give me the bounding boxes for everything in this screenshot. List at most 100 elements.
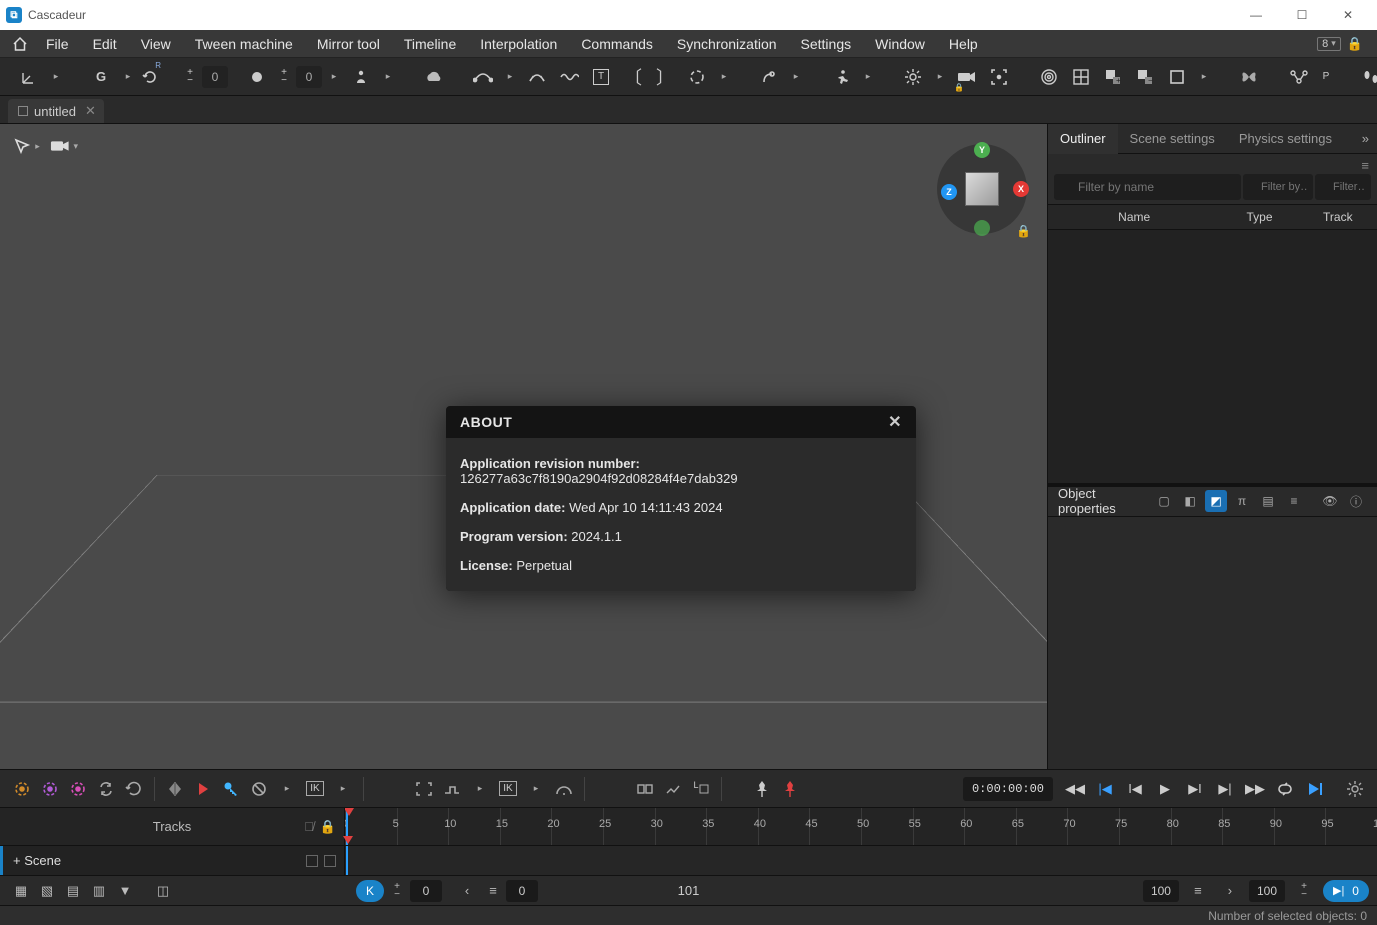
menu-edit[interactable]: Edit [81,30,129,58]
pin-red-icon[interactable] [776,775,804,803]
viewport[interactable]: ▸ ▾ Y X Z 🔒 ABOUT ✕ Application revision… [0,124,1047,769]
snap-1-icon[interactable] [631,775,659,803]
gizmo-y-axis[interactable]: Y [974,142,990,158]
bb-left-icon[interactable]: ‹ [454,880,480,902]
playhead[interactable] [346,846,348,875]
op-icon-5[interactable]: ▤ [1257,490,1279,512]
op-icon-2[interactable]: ◧ [1179,490,1201,512]
cycle-icon[interactable] [682,62,712,92]
menu-mirror-tool[interactable]: Mirror tool [305,30,392,58]
range-right-icon[interactable]: › [1217,880,1243,902]
record-icon[interactable] [189,775,217,803]
range-stepper-icon[interactable]: +− [1291,880,1317,902]
sync-icon[interactable] [92,775,120,803]
op-visibility-icon[interactable]: 👁 [1319,490,1341,512]
curve-dropdown[interactable]: ▸ [500,62,520,92]
selection-mode-button[interactable]: ▸ [12,134,40,158]
mirror-icon[interactable] [161,775,189,803]
character-dropdown[interactable]: ▸ [378,62,398,92]
current-frame-pill[interactable]: K [356,880,384,902]
tracks-visibility-icon[interactable]: 👁̸ [304,819,314,835]
tangent-icon[interactable] [522,62,552,92]
ik-dropdown[interactable]: ▸ [786,62,806,92]
character-icon[interactable] [346,62,376,92]
frame-value-2[interactable]: 0 [506,880,538,902]
menu-timeline[interactable]: Timeline [392,30,468,58]
range-out-value[interactable]: 100 [1249,880,1285,902]
skip-start-icon[interactable]: |◀ [1091,775,1119,803]
prev-key-icon[interactable]: I◀ [1121,775,1149,803]
minimize-button[interactable]: ― [1233,0,1279,30]
plus-minus-1[interactable]: +− [180,62,200,92]
key-icon[interactable] [217,775,245,803]
track-scene[interactable]: + Scene [0,846,345,875]
skip-end-icon[interactable]: ▶| [1211,775,1239,803]
run-icon[interactable] [826,62,856,92]
tab-physics-settings[interactable]: Physics settings [1227,124,1344,154]
filter-track-input[interactable] [1315,174,1371,200]
menu-file[interactable]: File [34,30,81,58]
step-dropdown[interactable]: ▸ [466,775,494,803]
gizmo-x-axis[interactable]: X [1013,181,1029,197]
layout-badge[interactable]: 8▾ [1317,37,1341,51]
wavy-icon[interactable] [554,62,584,92]
loop-icon[interactable] [1271,775,1299,803]
timeline-ruler[interactable]: 0510152025303540455055606570758085909510… [345,808,1377,845]
gizmo-y-neg-axis[interactable] [974,220,990,236]
filter-type-input[interactable] [1243,174,1313,200]
bb-icon-3[interactable]: ▤ [60,880,86,902]
graph-icon[interactable] [1284,62,1314,92]
op-icon-4[interactable]: π [1231,490,1253,512]
close-button[interactable]: ✕ [1325,0,1371,30]
ik-small-icon[interactable]: IK [494,775,522,803]
add-box-icon[interactable]: + [1098,62,1128,92]
panel-menu-icon[interactable]: ≡ [1361,158,1369,166]
sphere-icon[interactable] [242,62,272,92]
gear-icon[interactable] [898,62,928,92]
autokey-1-icon[interactable] [8,775,36,803]
stepper-2-dropdown[interactable]: ▸ [324,62,344,92]
maximize-button[interactable]: ☐ [1279,0,1325,30]
stepper-2-value[interactable]: 0 [296,66,322,88]
panel-tabs-more-icon[interactable]: » [1354,131,1377,146]
curve-icon[interactable] [468,62,498,92]
next-key-icon[interactable]: ▶I [1181,775,1209,803]
menu-window[interactable]: Window [863,30,937,58]
pin-icon[interactable] [748,775,776,803]
butterfly-icon[interactable] [1234,62,1264,92]
disable-dropdown[interactable]: ▸ [273,775,301,803]
outliner-col-track[interactable]: Track [1299,210,1377,224]
menu-synchronization[interactable]: Synchronization [665,30,789,58]
menu-commands[interactable]: Commands [569,30,665,58]
frame-value-1[interactable]: 0 [410,880,442,902]
track-toggle-2[interactable] [324,855,336,867]
op-icon-3[interactable]: ◩ [1205,490,1227,512]
home-icon[interactable] [6,30,34,58]
grid-icon[interactable] [1066,62,1096,92]
bracket-right-icon[interactable]: 〕 [650,62,680,92]
fast-forward-icon[interactable]: ▶▶ [1241,775,1269,803]
document-tab[interactable]: untitled ✕ [8,99,104,123]
focus-icon[interactable] [984,62,1014,92]
lock-icon[interactable]: 🔒 [1347,36,1363,52]
remove-box-icon[interactable]: − [1130,62,1160,92]
tracks-lock-icon[interactable]: 🔒 [320,819,336,835]
about-close-button[interactable]: ✕ [888,412,902,432]
autokey-2-icon[interactable] [36,775,64,803]
filter-name-input[interactable] [1054,174,1241,200]
box-dropdown[interactable]: ▸ [1194,62,1214,92]
play-range-icon[interactable] [1301,775,1329,803]
bb-add-icon[interactable]: ▦ [8,880,34,902]
footprints-icon[interactable] [1356,62,1377,92]
op-icon-6[interactable]: ≡ [1283,490,1305,512]
box-icon[interactable] [1162,62,1192,92]
ik-small-dropdown[interactable]: ▸ [522,775,550,803]
object-properties-body[interactable] [1048,517,1377,770]
disable-icon[interactable] [245,775,273,803]
global-dropdown[interactable]: ▸ [118,62,138,92]
bb-icon-5[interactable]: ▼ [112,880,138,902]
refresh-icon[interactable] [120,775,148,803]
range-list-icon[interactable]: ≡ [1185,880,1211,902]
bb-list-icon[interactable]: ≡ [480,880,506,902]
text-icon[interactable]: T [586,62,616,92]
